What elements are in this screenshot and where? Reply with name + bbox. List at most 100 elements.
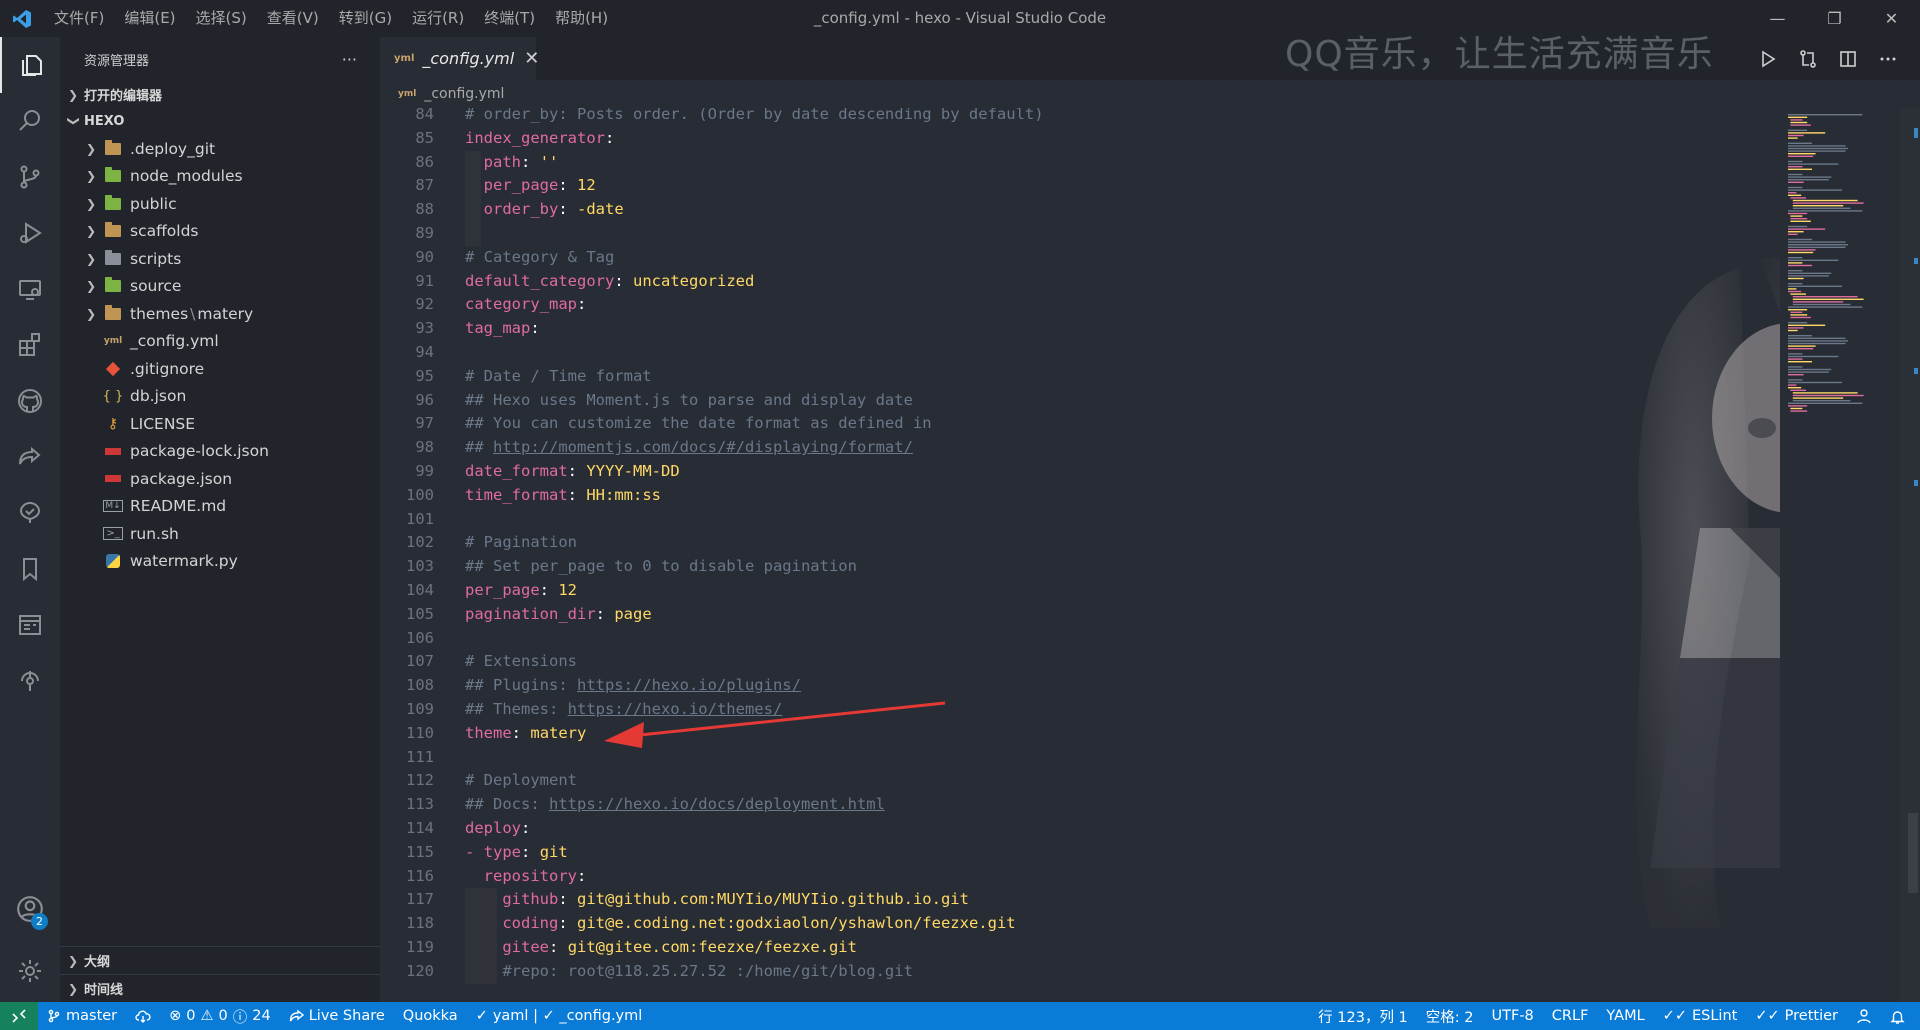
git-branch[interactable]: master <box>38 1008 126 1024</box>
tree-item-config-yml[interactable]: yml _config.yml <box>60 328 380 356</box>
tree-item-label: public <box>130 194 177 213</box>
menu-item[interactable]: 编辑(E) <box>114 0 185 37</box>
line-code: ## Set per_page to 0 to disable paginati… <box>465 557 857 576</box>
extensions-icon[interactable] <box>0 317 60 373</box>
run-file-icon[interactable] <box>1758 49 1778 69</box>
search-icon[interactable] <box>0 93 60 149</box>
split-editor-icon[interactable] <box>1838 49 1858 69</box>
menu-item[interactable]: 选择(S) <box>186 0 257 37</box>
tree-item-package-json[interactable]: package.json <box>60 465 380 493</box>
run-debug-icon[interactable] <box>0 205 60 261</box>
minimap-line <box>1792 392 1858 394</box>
tree-item-label: LICENSE <box>130 414 196 433</box>
menu-item[interactable]: 查看(V) <box>257 0 329 37</box>
line-code: category_map: <box>465 295 587 314</box>
feedback-button[interactable] <box>1847 1008 1881 1024</box>
accounts-icon[interactable]: 2 <box>0 881 60 937</box>
tree-item-scripts[interactable]: ❯ scripts <box>60 245 380 273</box>
restore-icon[interactable]: ❐ <box>1806 0 1863 37</box>
outline-section[interactable]: ❯ 大纲 <box>60 946 380 974</box>
problems-indicator[interactable]: ⊗ 0 ⚠ 0 ⓘ 24 <box>160 1006 280 1027</box>
cursor-position[interactable]: 行 123，列 1 <box>1309 1006 1417 1027</box>
notifications-button[interactable] <box>1881 1009 1914 1024</box>
remote-indicator[interactable] <box>0 1002 38 1030</box>
tree-item-package-lock-json[interactable]: package-lock.json <box>60 438 380 466</box>
tree-item-db-json[interactable]: { } db.json <box>60 383 380 411</box>
tree-item-gitignore[interactable]: .gitignore <box>60 355 380 383</box>
tree-item-source[interactable]: ❯ source <box>60 273 380 301</box>
code-editor[interactable]: 84 # order_by: Posts order. (Order by dat… <box>380 108 1780 1002</box>
menu-item[interactable]: 转到(G) <box>329 0 402 37</box>
yaml-status[interactable]: ✓ yaml | ✓ _config.yml <box>467 1008 652 1024</box>
file-encoding[interactable]: UTF-8 <box>1483 1008 1543 1024</box>
minimap-line <box>1792 400 1851 402</box>
minimap-line <box>1788 160 1803 163</box>
minimap-line <box>1788 212 1808 215</box>
line-ending[interactable]: CRLF <box>1543 1008 1598 1024</box>
chevron-right-icon: ❯ <box>85 306 97 321</box>
workspace-root-section[interactable]: ❯ HEXO <box>60 108 380 135</box>
timeline-label: 时间线 <box>84 983 124 998</box>
minimap-line <box>1788 257 1803 259</box>
chevron-right-icon: ❯ <box>68 87 79 102</box>
open-editors-section[interactable]: ❯ 打开的编辑器 <box>60 81 380 108</box>
timeline-icon[interactable] <box>0 653 60 709</box>
tree-item-run-sh[interactable]: >_ run.sh <box>60 520 380 548</box>
explorer-icon[interactable] <box>0 37 62 93</box>
minimap-line <box>1792 303 1851 306</box>
remote-explorer-icon[interactable] <box>0 261 60 317</box>
minimap-line <box>1792 298 1864 300</box>
tree-item-deploy-git[interactable]: ❯ .deploy_git <box>60 135 380 163</box>
minimap-line <box>1788 366 1803 368</box>
code-line: 85 index_generator: <box>380 127 1760 151</box>
menu-item[interactable]: 终端(T) <box>474 0 545 37</box>
menu-item[interactable]: 帮助(H) <box>545 0 618 37</box>
bookmark-icon[interactable] <box>0 541 60 597</box>
sync-button[interactable] <box>126 1009 160 1023</box>
eslint-status[interactable]: ✓✓ ESLint <box>1654 1008 1747 1024</box>
tree-item-readme-md[interactable]: M↓ README.md <box>60 493 380 521</box>
live-share-icon[interactable] <box>0 429 60 485</box>
quokka-button[interactable]: Quokka <box>394 1008 467 1024</box>
minimap-line <box>1788 309 1808 311</box>
line-number: 106 <box>406 628 434 647</box>
github-icon[interactable] <box>0 373 60 429</box>
code-line: 84 # order_by: Posts order. (Order by dat… <box>380 108 1760 127</box>
remote-icon <box>12 1009 26 1023</box>
close-window-icon[interactable]: ✕ <box>1863 0 1920 37</box>
open-changes-icon[interactable] <box>1798 49 1818 69</box>
test-icon[interactable] <box>0 485 60 541</box>
yaml-status-label: yaml | ✓ _config.yml <box>492 1008 643 1024</box>
more-actions-icon[interactable]: ··· <box>342 50 357 69</box>
code-line: 101 <box>380 508 1760 532</box>
minimize-icon[interactable]: — <box>1749 0 1806 37</box>
more-actions-icon[interactable] <box>1878 49 1898 69</box>
tree-item-node-modules[interactable]: ❯ node_modules <box>60 163 380 191</box>
breadcrumb-file[interactable]: _config.yml <box>424 86 504 102</box>
minimap[interactable] <box>1780 108 1900 1002</box>
minimap-line <box>1788 163 1839 165</box>
language-mode[interactable]: YAML <box>1597 1008 1653 1024</box>
minimap-line <box>1788 290 1802 293</box>
preview-icon[interactable] <box>0 597 60 653</box>
tree-item-themes[interactable]: ❯ themes \ matery <box>60 300 380 328</box>
live-share-button[interactable]: Live Share <box>280 1008 394 1024</box>
tree-item-scaffolds[interactable]: ❯ scaffolds <box>60 218 380 246</box>
code-line: 120 #repo: root@118.25.27.52 :/home/git/… <box>380 960 1760 984</box>
menu-item[interactable]: 文件(F) <box>44 0 114 37</box>
prettier-status[interactable]: ✓✓ Prettier <box>1746 1008 1847 1024</box>
tree-item-watermark-py[interactable]: watermark.py <box>60 548 380 576</box>
code-line: 86 path: '' <box>380 151 1760 175</box>
source-control-icon[interactable] <box>0 149 60 205</box>
tree-item-license[interactable]: ⚷ LICENSE <box>60 410 380 438</box>
tab-config-yml[interactable]: yml _config.yml ✕ <box>380 37 539 80</box>
tree-item-public[interactable]: ❯ public <box>60 190 380 218</box>
menu-item[interactable]: 运行(R) <box>402 0 474 37</box>
branch-name: master <box>66 1008 118 1024</box>
close-tab-icon[interactable]: ✕ <box>524 48 539 69</box>
timeline-section[interactable]: ❯ 时间线 <box>60 974 380 1002</box>
vertical-scrollbar[interactable] <box>1900 108 1920 1002</box>
indentation[interactable]: 空格: 2 <box>1417 1006 1483 1027</box>
minimap-line <box>1790 293 1806 295</box>
settings-gear-icon[interactable] <box>0 943 60 999</box>
